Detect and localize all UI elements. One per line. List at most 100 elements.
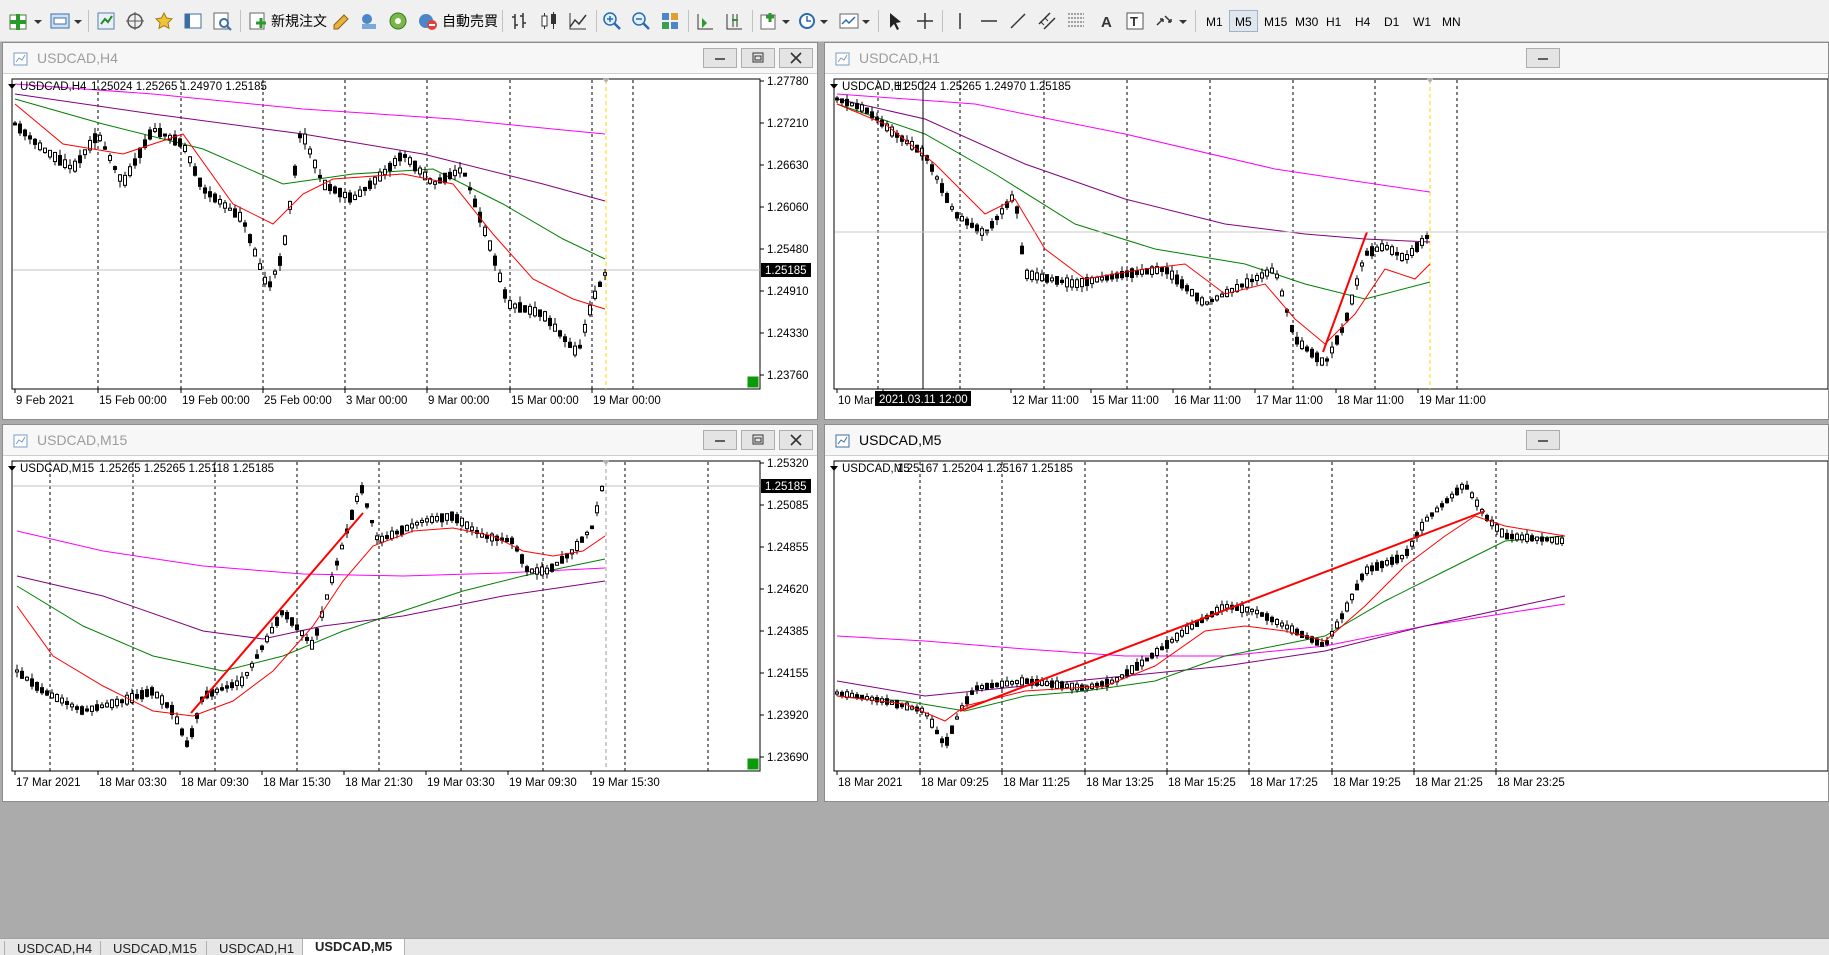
timeframe-m5-button[interactable]: M5	[1229, 10, 1258, 32]
chart-tab[interactable]: USDCAD,M15	[100, 941, 210, 955]
candle	[1335, 621, 1339, 629]
price-chart[interactable]: USDCAD,M51.25167 1.25204 1.25167 1.25185…	[825, 456, 1829, 801]
strategy-tester-icon[interactable]	[211, 8, 233, 33]
candle	[443, 172, 447, 184]
candle	[145, 689, 149, 697]
close-button[interactable]	[779, 430, 813, 450]
price-chart[interactable]: USDCAD,H4 1.25024 1.25265 1.24970 1.25185…	[3, 74, 817, 419]
candle	[105, 702, 109, 708]
candle	[1060, 279, 1064, 284]
ohlc-values: 1.25167 1.25204 1.25167 1.25185	[897, 463, 1073, 475]
chart-window-m15[interactable]: USDCAD,M15 USDCAD,M15 1.25265 1.25265 1.2…	[2, 424, 818, 802]
auto-scroll-icon[interactable]	[723, 8, 745, 33]
vertical-line-icon[interactable]	[949, 8, 971, 33]
candle	[70, 703, 74, 708]
candle	[358, 189, 362, 197]
candle	[40, 687, 44, 694]
candle	[408, 157, 412, 165]
data-window-icon[interactable]	[124, 8, 146, 33]
maximize-button[interactable]	[741, 48, 775, 68]
candle	[1270, 616, 1274, 623]
indicators-icon[interactable]	[758, 8, 792, 33]
market-watch-icon[interactable]	[95, 8, 117, 33]
minimize-button[interactable]	[1526, 48, 1560, 68]
auto-trading-icon	[419, 13, 437, 30]
chart-tab[interactable]: USDCAD,H1	[206, 941, 308, 955]
chart-window-titlebar[interactable]: USDCAD,H4	[3, 43, 817, 74]
timeframe-mn-button[interactable]: MN	[1436, 10, 1467, 32]
candle	[1320, 357, 1324, 366]
tile-windows-icon[interactable]	[659, 8, 681, 33]
timeframe-h1-button[interactable]: H1	[1320, 10, 1347, 32]
maximize-button[interactable]	[741, 430, 775, 450]
candle	[73, 160, 77, 172]
auto-trading-button[interactable]: 自動売買	[416, 8, 498, 33]
zoom-out-icon[interactable]	[630, 8, 652, 33]
candle	[1410, 248, 1414, 256]
candle	[55, 694, 59, 702]
chart-window-h4[interactable]: USDCAD,H4 USDCAD,H4 1.25024 1.25265 1.249…	[2, 42, 818, 420]
bar-chart-icon[interactable]	[509, 8, 531, 33]
chart-tab[interactable]: USDCAD,M5	[302, 939, 406, 955]
metaeditor-icon[interactable]	[330, 8, 352, 33]
chart-window-titlebar[interactable]: USDCAD,M5	[825, 425, 1828, 456]
signals-icon[interactable]	[358, 8, 380, 33]
chart-window-title: USDCAD,H1	[859, 50, 940, 66]
candle	[308, 148, 312, 155]
minimize-button[interactable]	[703, 430, 737, 450]
price-chart[interactable]: USDCAD,M15 1.25265 1.25265 1.25118 1.2518…	[3, 456, 817, 801]
chart-tab[interactable]: USDCAD,H4	[4, 941, 106, 955]
close-button[interactable]	[779, 48, 813, 68]
candle	[1050, 277, 1054, 282]
crosshair-icon[interactable]	[914, 8, 936, 33]
text-tool-icon[interactable]: A	[1096, 8, 1118, 33]
terminal-icon[interactable]	[182, 8, 204, 33]
candle	[1130, 665, 1134, 675]
candle	[1435, 507, 1439, 513]
timeframe-h4-button[interactable]: H4	[1349, 10, 1376, 32]
chart-shift-icon[interactable]	[694, 8, 716, 33]
candle	[1135, 270, 1139, 275]
templates-icon[interactable]	[838, 8, 872, 33]
arrows-icon[interactable]	[1153, 8, 1189, 33]
candle	[855, 694, 859, 699]
chart-window-titlebar[interactable]: USDCAD,H1	[825, 43, 1828, 74]
candlestick-chart-icon[interactable]	[538, 8, 560, 33]
candle	[28, 135, 32, 140]
navigator-icon[interactable]	[153, 8, 175, 33]
candle	[110, 699, 114, 709]
new-order-button[interactable]: 新規注文	[247, 8, 327, 33]
market-icon[interactable]	[387, 8, 409, 33]
timeframe-m1-button[interactable]: M1	[1200, 10, 1229, 32]
candle	[855, 103, 859, 110]
candle	[1390, 556, 1394, 565]
minimize-button[interactable]	[1526, 430, 1560, 450]
profiles-icon[interactable]	[48, 8, 82, 33]
candle	[298, 133, 302, 139]
periods-icon[interactable]	[796, 8, 830, 33]
zoom-in-icon[interactable]	[601, 8, 623, 33]
candle	[1140, 659, 1144, 667]
horizontal-line-icon[interactable]	[978, 8, 1000, 33]
price-chart[interactable]: USDCAD,H11.25024 1.25265 1.24970 1.25185…	[825, 74, 1829, 419]
new-chart-icon[interactable]	[8, 8, 42, 33]
chart-window-h1[interactable]: USDCAD,H1 USDCAD,H1 1.25024 1.25265 1.249…	[824, 42, 1829, 420]
equidistant-channel-icon[interactable]	[1036, 8, 1058, 33]
timeframe-d1-button[interactable]: D1	[1378, 10, 1405, 32]
trendline-icon[interactable]	[1007, 8, 1029, 33]
chart-window-titlebar[interactable]: USDCAD,M15	[3, 425, 817, 456]
text-label-icon[interactable]: T	[1124, 8, 1146, 33]
minimize-button[interactable]	[703, 48, 737, 68]
cursor-icon[interactable]	[884, 8, 906, 33]
chart-window-m5[interactable]: USDCAD,M5 USDCAD,M5 1.25167 1.25204 1.251…	[824, 424, 1829, 802]
fibonacci-icon[interactable]	[1065, 8, 1087, 33]
time-label: 19 Feb 00:00	[182, 395, 250, 407]
candle	[1290, 325, 1294, 332]
candle	[85, 708, 89, 712]
candle	[128, 166, 132, 177]
candle	[1325, 640, 1329, 645]
candle	[188, 156, 192, 164]
timeframe-w1-button[interactable]: W1	[1407, 10, 1437, 32]
line-chart-icon[interactable]	[567, 8, 589, 33]
candle	[18, 123, 22, 134]
